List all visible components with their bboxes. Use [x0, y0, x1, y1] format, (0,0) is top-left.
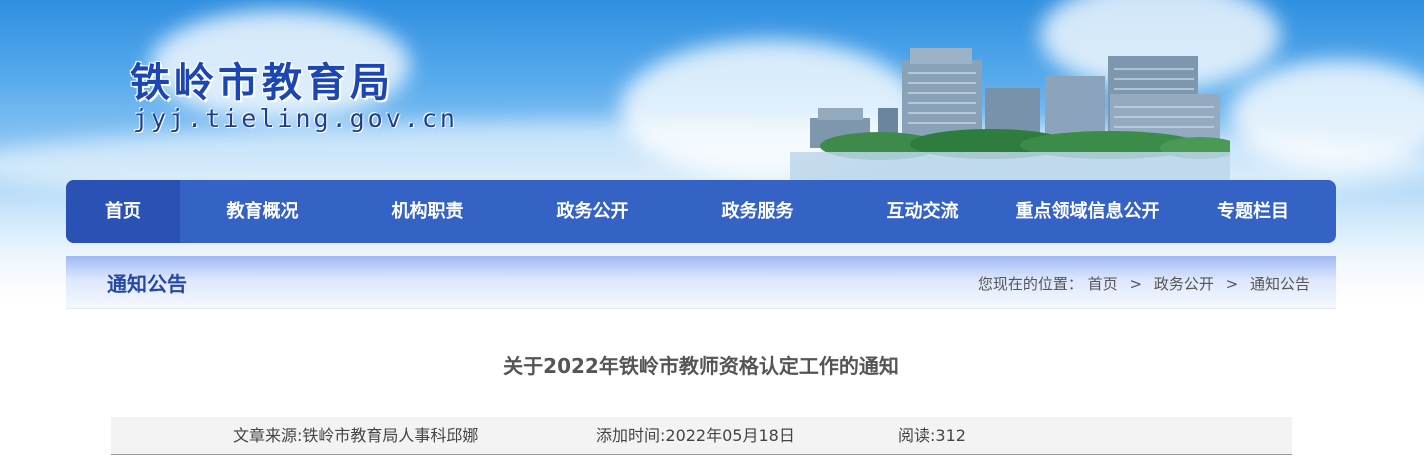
article-title: 关于2022年铁岭市教师资格认定工作的通知 — [503, 354, 899, 378]
main-nav: 首页 教育概况 机构职责 政务公开 政务服务 互动交流 重点领域信息公开 专题栏… — [66, 180, 1336, 243]
breadcrumb-separator: > — [1225, 275, 1239, 293]
breadcrumb-link-home[interactable]: 首页 — [1088, 256, 1118, 312]
breadcrumb-prefix: 您现在的位置： — [977, 275, 1083, 293]
site-domain: jyj.tieling.gov.cn — [133, 104, 458, 133]
section-title: 通知公告 — [107, 272, 187, 296]
nav-item-special-topics[interactable]: 专题栏目 — [1170, 180, 1336, 243]
nav-item-key-areas-disclosure[interactable]: 重点领域信息公开 — [1005, 180, 1170, 243]
nav-item-interaction[interactable]: 互动交流 — [840, 180, 1005, 243]
article-added-time: 添加时间:2022年05月18日 — [596, 426, 795, 445]
breadcrumb-link-government-affairs[interactable]: 政务公开 — [1154, 256, 1214, 312]
nav-item-government-services[interactable]: 政务服务 — [675, 180, 840, 243]
article-meta: 文章来源:铁岭市教育局人事科邱娜 添加时间:2022年05月18日 阅读:312 — [111, 417, 1292, 455]
city-skyline-image — [790, 48, 1230, 180]
breadcrumb: 您现在的位置： 首页 > 政务公开 > 通知公告 — [978, 256, 1310, 312]
site-title: 铁岭市教育局 — [130, 59, 394, 106]
nav-item-institution-duties[interactable]: 机构职责 — [345, 180, 510, 243]
breadcrumb-link-notices[interactable]: 通知公告 — [1250, 256, 1310, 312]
article-read-count: 阅读:312 — [898, 426, 966, 445]
nav-item-education-overview[interactable]: 教育概况 — [180, 180, 345, 243]
breadcrumb-separator: > — [1129, 275, 1143, 293]
nav-item-home[interactable]: 首页 — [66, 180, 180, 243]
header-banner: 铁岭市教育局 jyj.tieling.gov.cn — [0, 0, 1424, 300]
article-source: 文章来源:铁岭市教育局人事科邱娜 — [233, 426, 479, 445]
nav-item-government-affairs-disclosure[interactable]: 政务公开 — [510, 180, 675, 243]
section-header: 通知公告 您现在的位置： 首页 > 政务公开 > 通知公告 — [66, 256, 1336, 309]
